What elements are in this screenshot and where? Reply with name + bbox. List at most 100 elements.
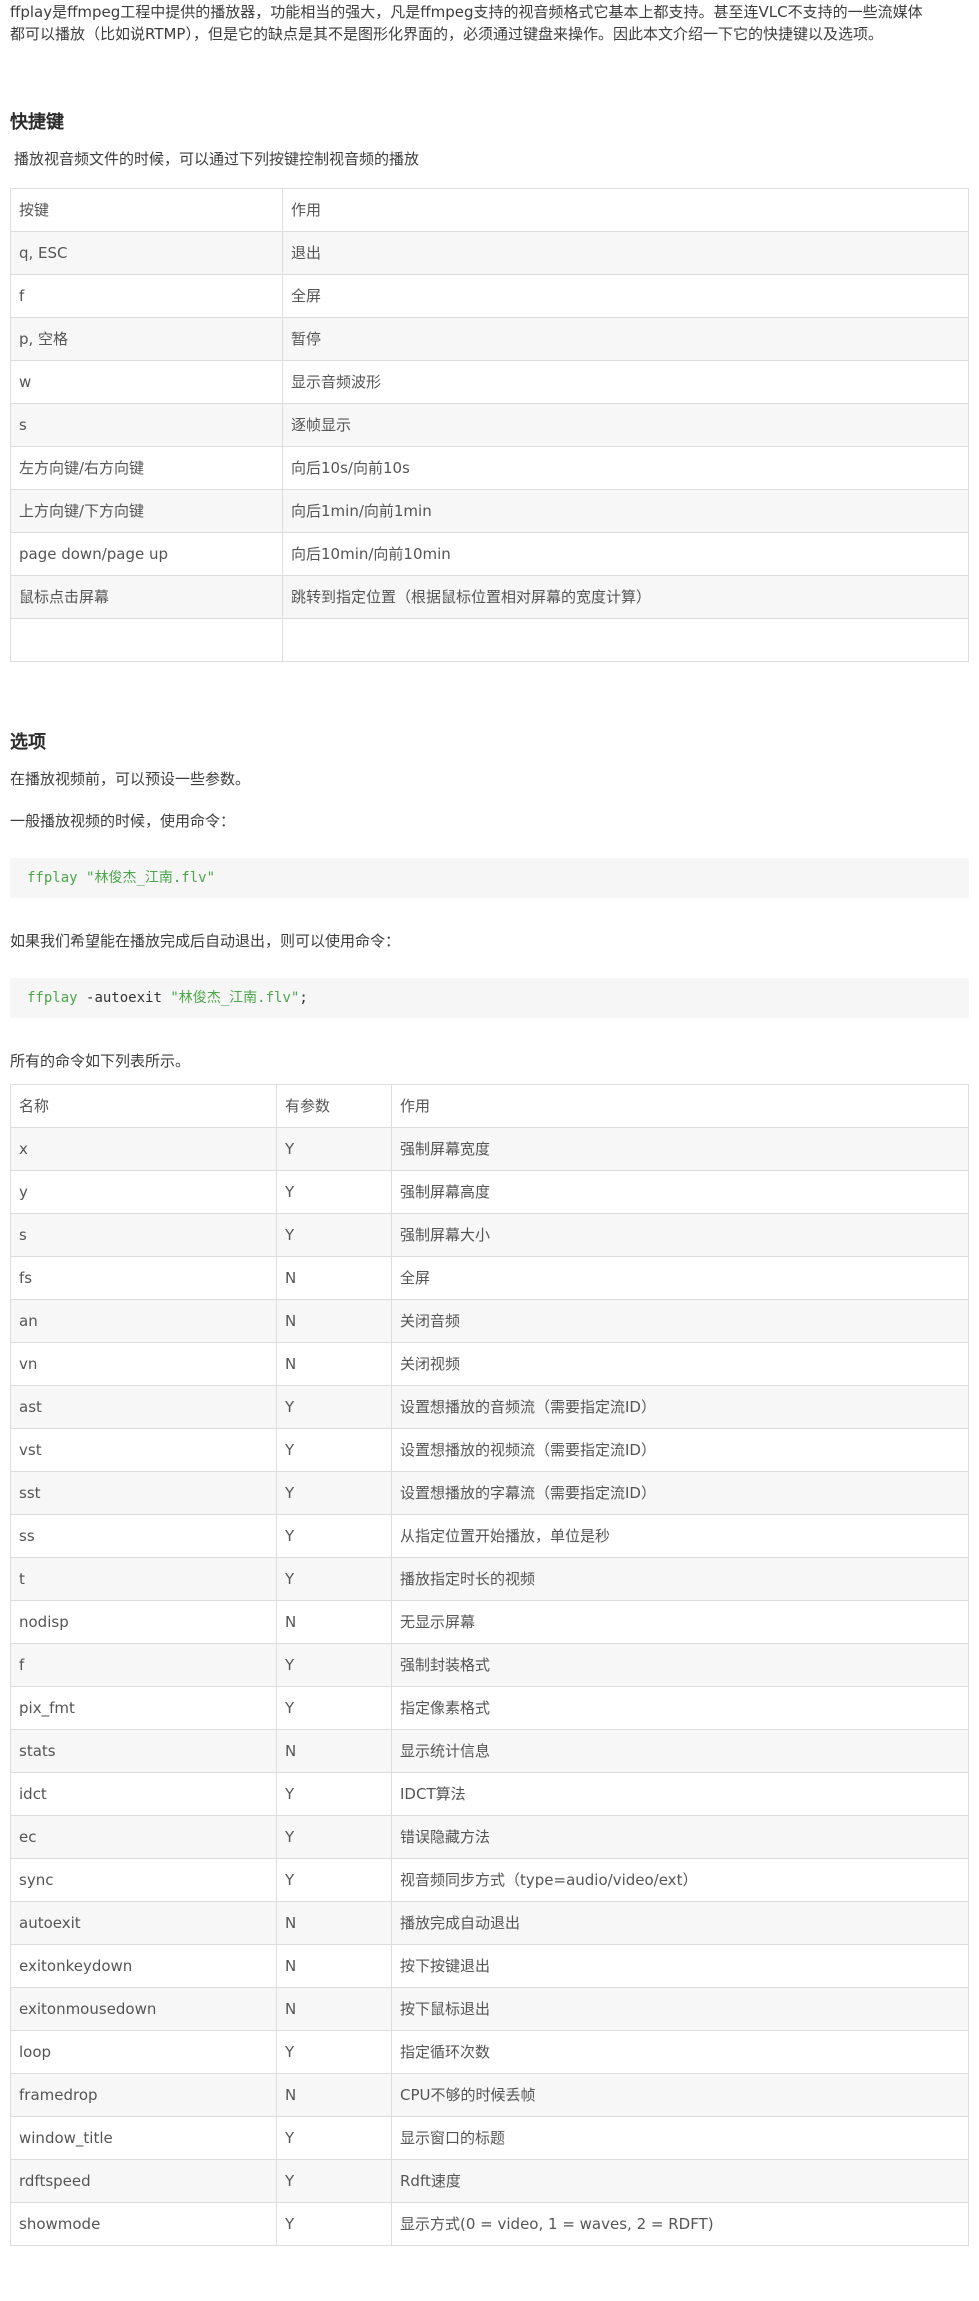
header-cell: 作用 xyxy=(391,1084,969,1128)
table-cell: 播放完成自动退出 xyxy=(391,1901,969,1945)
code-block-1: ffplay "林俊杰_江南.flv" xyxy=(10,858,969,898)
table-cell: Y xyxy=(276,2116,392,2160)
code-terminator: ; xyxy=(299,990,308,1006)
table-row: nodisp N 无显示屏幕 xyxy=(10,1600,969,1644)
table-cell: w xyxy=(10,360,283,404)
table-cell: rdftspeed xyxy=(10,2159,277,2203)
header-cell: 按键 xyxy=(10,188,283,232)
table-cell: 强制屏幕高度 xyxy=(391,1170,969,1214)
table-row: rdftspeed Y Rdft速度 xyxy=(10,2159,969,2203)
table-cell: 从指定位置开始播放，单位是秒 xyxy=(391,1514,969,1558)
code-command: ffplay xyxy=(27,990,78,1006)
table-row: 上方向键/下方向键 向后1min/向前1min xyxy=(10,489,969,533)
table-cell: 指定像素格式 xyxy=(391,1686,969,1730)
table-row: q, ESC 退出 xyxy=(10,231,969,275)
table-row: f Y 强制封装格式 xyxy=(10,1643,969,1687)
table-cell: Y xyxy=(276,1170,392,1214)
table-row: ast Y 设置想播放的音频流（需要指定流ID） xyxy=(10,1385,969,1429)
table-cell: q, ESC xyxy=(10,231,283,275)
table-cell: 强制封装格式 xyxy=(391,1643,969,1687)
table-cell: 上方向键/下方向键 xyxy=(10,489,283,533)
table-cell: 设置想播放的音频流（需要指定流ID） xyxy=(391,1385,969,1429)
table-cell: N xyxy=(276,1987,392,2031)
table-cell: idct xyxy=(10,1772,277,1816)
table-cell: vst xyxy=(10,1428,277,1472)
table-cell: 强制屏幕宽度 xyxy=(391,1127,969,1171)
table-cell: nodisp xyxy=(10,1600,277,1644)
table-cell: N xyxy=(276,1944,392,1988)
table-cell: 显示统计信息 xyxy=(391,1729,969,1773)
table-cell: 关闭视频 xyxy=(391,1342,969,1386)
table-cell: Y xyxy=(276,2202,392,2246)
header-cell: 有参数 xyxy=(276,1084,392,1128)
table-cell: s xyxy=(10,403,283,447)
table-cell: N xyxy=(276,1901,392,1945)
table-cell: 全屏 xyxy=(282,274,969,318)
table-cell: N xyxy=(276,2073,392,2117)
table-cell xyxy=(10,618,283,662)
table-cell: exitonkeydown xyxy=(10,1944,277,1988)
table-row: an N 关闭音频 xyxy=(10,1299,969,1343)
options-para-3: 如果我们希望能在播放完成后自动退出，则可以使用命令： xyxy=(10,932,401,950)
shortcuts-description: 播放视音频文件的时候，可以通过下列按键控制视音频的播放 xyxy=(14,150,420,168)
table-cell: Y xyxy=(276,1858,392,1902)
table-cell: Y xyxy=(276,1471,392,1515)
table-row: showmode Y 显示方式(0 = video, 1 = waves, 2 = … xyxy=(10,2202,969,2246)
table-cell: page down/page up xyxy=(10,532,283,576)
intro-line-2: 都可以播放（比如说RTMP），但是它的缺点是其不是图形化界面的，必须通过键盘来操… xyxy=(10,25,883,43)
table-cell: 设置想播放的字幕流（需要指定流ID） xyxy=(391,1471,969,1515)
table-cell: 显示音频波形 xyxy=(282,360,969,404)
table-row: sync Y 视音频同步方式（type=audio/video/ext） xyxy=(10,1858,969,1902)
header-cell: 名称 xyxy=(10,1084,277,1128)
table-row: vst Y 设置想播放的视频流（需要指定流ID） xyxy=(10,1428,969,1472)
code-flag: -autoexit xyxy=(86,990,162,1006)
table-cell: N xyxy=(276,1729,392,1773)
options-heading: 选项 xyxy=(10,732,46,753)
table-cell: x xyxy=(10,1127,277,1171)
table-row xyxy=(10,618,969,662)
table-cell: Y xyxy=(276,1815,392,1859)
table-cell: exitonmousedown xyxy=(10,1987,277,2031)
table-cell: 指定循环次数 xyxy=(391,2030,969,2074)
table-row: ss Y 从指定位置开始播放，单位是秒 xyxy=(10,1514,969,1558)
table-row: page down/page up 向后10min/向前10min xyxy=(10,532,969,576)
table-cell: f xyxy=(10,1643,277,1687)
table-cell: Y xyxy=(276,1557,392,1601)
table-cell: 向后1min/向前1min xyxy=(282,489,969,533)
table-row: loop Y 指定循环次数 xyxy=(10,2030,969,2074)
table-cell: showmode xyxy=(10,2202,277,2246)
table-row: sst Y 设置想播放的字幕流（需要指定流ID） xyxy=(10,1471,969,1515)
options-para-1: 在播放视频前，可以预设一些参数。 xyxy=(10,770,251,788)
options-para-2: 一般播放视频的时候，使用命令： xyxy=(10,812,236,830)
article: ffplay是ffmpeg工程中提供的播放器，功能相当的强大，凡是ffmpeg支… xyxy=(0,0,979,2246)
table-row: s 逐帧显示 xyxy=(10,403,969,447)
table-cell: 错误隐藏方法 xyxy=(391,1815,969,1859)
table-cell: ast xyxy=(10,1385,277,1429)
table-row: s Y 强制屏幕大小 xyxy=(10,1213,969,1257)
table-cell: 跳转到指定位置（根据鼠标位置相对屏幕的宽度计算） xyxy=(282,575,969,619)
code-argument: "林俊杰_江南.flv" xyxy=(170,990,300,1006)
table-cell: vn xyxy=(10,1342,277,1386)
table-cell: 按下按键退出 xyxy=(391,1944,969,1988)
table-cell: Y xyxy=(276,1428,392,1472)
table-row: 左方向键/右方向键 向后10s/向前10s xyxy=(10,446,969,490)
table-cell: 视音频同步方式（type=audio/video/ext） xyxy=(391,1858,969,1902)
options-table: 名称 有参数 作用 x Y 强制屏幕宽度 y Y 强制屏幕高度 s Y 强制屏幕大小 fs N 全屏 a… xyxy=(10,1084,969,2246)
table-cell: IDCT算法 xyxy=(391,1772,969,1816)
table-cell: sync xyxy=(10,1858,277,1902)
table-cell: p, 空格 xyxy=(10,317,283,361)
table-row: autoexit N 播放完成自动退出 xyxy=(10,1901,969,1945)
table-row: stats N 显示统计信息 xyxy=(10,1729,969,1773)
table-cell: 播放指定时长的视频 xyxy=(391,1557,969,1601)
table-row: ec Y 错误隐藏方法 xyxy=(10,1815,969,1859)
table-cell: sst xyxy=(10,1471,277,1515)
table-cell: 向后10min/向前10min xyxy=(282,532,969,576)
table-row: fs N 全屏 xyxy=(10,1256,969,1300)
table-cell: 鼠标点击屏幕 xyxy=(10,575,283,619)
table-cell: N xyxy=(276,1299,392,1343)
table-cell: y xyxy=(10,1170,277,1214)
table-header-row: 名称 有参数 作用 xyxy=(10,1084,969,1128)
table-cell: Y xyxy=(276,2159,392,2203)
intro-paragraph: ffplay是ffmpeg工程中提供的播放器，功能相当的强大，凡是ffmpeg支… xyxy=(0,0,979,45)
options-para-4: 所有的命令如下列表所示。 xyxy=(10,1052,191,1070)
